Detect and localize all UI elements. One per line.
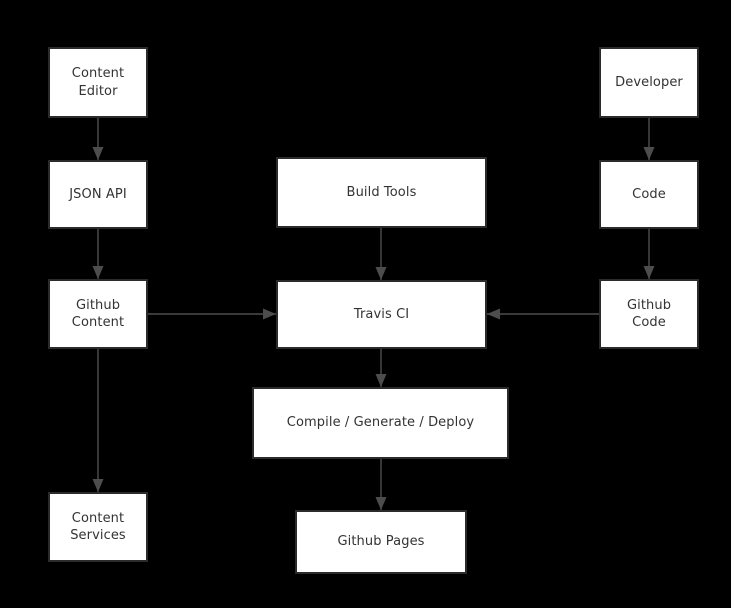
- node-travis-ci[interactable]: Travis CI: [276, 280, 487, 349]
- node-code[interactable]: Code: [599, 160, 699, 229]
- node-label: Travis CI: [353, 306, 410, 322]
- node-json-api[interactable]: JSON API: [48, 160, 148, 229]
- edge-content-editor-to-json-api: [92, 118, 104, 160]
- node-github-content[interactable]: Github Content: [48, 279, 148, 349]
- edge-code-to-github-code: [643, 229, 655, 279]
- arrowhead-icon: [375, 374, 387, 387]
- node-label: Github Content: [71, 297, 125, 330]
- node-compile-generate-deploy[interactable]: Compile / Generate / Deploy: [252, 387, 509, 459]
- arrowhead-icon: [643, 266, 655, 279]
- arrowhead-icon: [92, 266, 104, 279]
- flowchart-diagram: Content Editor JSON API Github Content Cont…: [0, 0, 731, 608]
- arrowhead-icon: [487, 308, 500, 320]
- edge-developer-to-code: [643, 118, 655, 160]
- edge-github-content-to-travis-ci: [148, 308, 276, 320]
- edge-travis-ci-to-compile: [375, 349, 387, 387]
- node-github-pages[interactable]: Github Pages: [295, 510, 467, 574]
- arrowhead-icon: [92, 479, 104, 492]
- node-github-code[interactable]: Github Code: [599, 279, 699, 349]
- edge-github-code-to-travis-ci: [487, 308, 599, 320]
- edge-github-content-to-content-services: [92, 349, 104, 492]
- node-developer[interactable]: Developer: [599, 47, 699, 118]
- node-label: JSON API: [69, 186, 127, 202]
- node-label: Github Pages: [337, 534, 425, 550]
- node-content-editor[interactable]: Content Editor: [48, 47, 148, 118]
- arrowhead-icon: [375, 267, 387, 280]
- node-content-services[interactable]: Content Services: [48, 492, 148, 562]
- edge-compile-to-github-pages: [375, 459, 387, 510]
- node-label: Compile / Generate / Deploy: [286, 415, 475, 431]
- node-label: Github Code: [626, 297, 672, 330]
- node-label: Content Services: [70, 510, 126, 543]
- arrowhead-icon: [643, 147, 655, 160]
- node-label: Code: [632, 186, 666, 202]
- node-label: Build Tools: [346, 184, 417, 200]
- arrowhead-icon: [92, 147, 104, 160]
- edge-build-tools-to-travis-ci: [375, 228, 387, 280]
- arrowhead-icon: [263, 308, 276, 320]
- edge-json-api-to-github-content: [92, 229, 104, 279]
- arrowhead-icon: [375, 497, 387, 510]
- node-label: Developer: [615, 74, 683, 90]
- node-build-tools[interactable]: Build Tools: [276, 157, 487, 228]
- node-label: Content Editor: [71, 66, 125, 99]
